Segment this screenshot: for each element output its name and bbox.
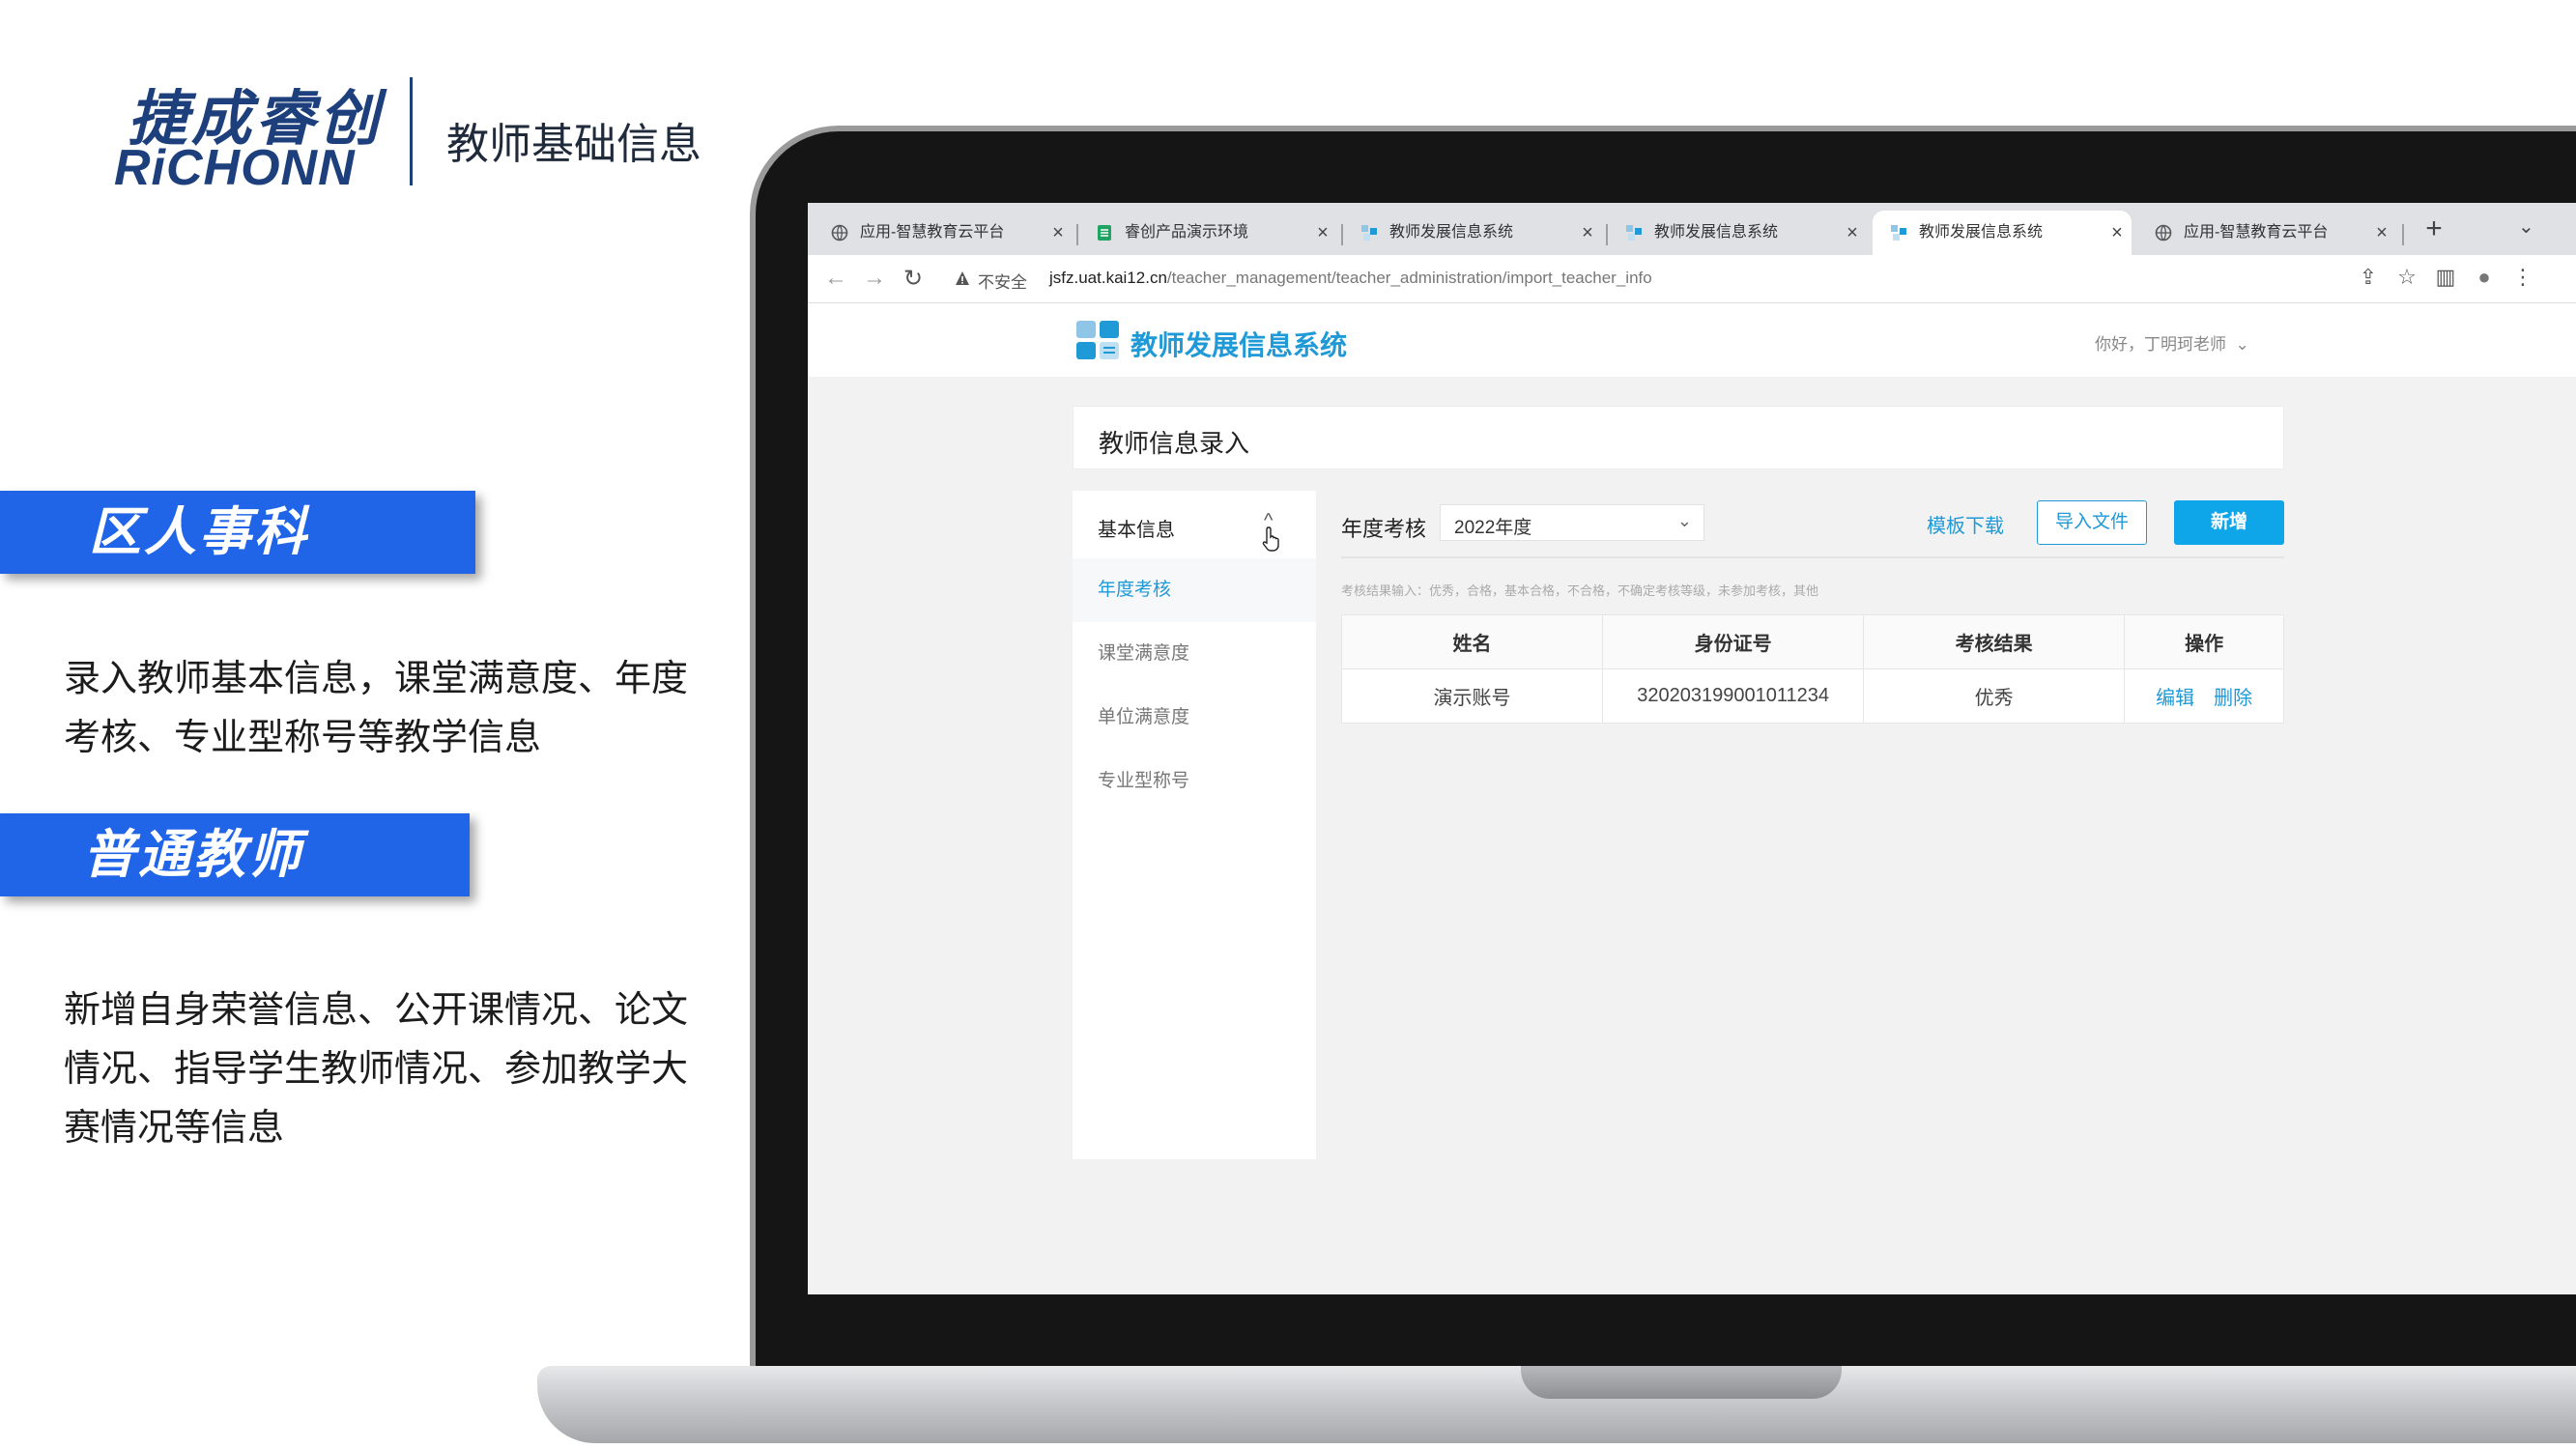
browser-tab-title: 睿创产品演示环境 (1125, 224, 1249, 241)
browser-tab[interactable]: 应用-智慧教育云平台 × (2137, 211, 2396, 255)
globe-icon (831, 224, 848, 242)
assessment-table: 姓名 身份证号 考核结果 操作 演示账号 320203199001011234 … (1340, 614, 2284, 724)
app-icon (1626, 225, 1642, 241)
browser-tab-title: 教师发展信息系统 (1389, 224, 1514, 241)
tab-close-icon[interactable]: × (2106, 211, 2128, 255)
back-icon[interactable]: ← (821, 265, 850, 292)
sidebar-group-label: 基本信息 (1098, 520, 1175, 541)
chevron-down-icon: ⌄ (2235, 335, 2249, 354)
sidebar-item-annual-assessment[interactable]: 年度考核 (1073, 558, 1316, 622)
forward-icon[interactable]: → (860, 265, 889, 292)
sidebar-icon[interactable]: ▥ (2431, 265, 2460, 290)
insecure-label: 不安全 (978, 273, 1027, 292)
url-path: /teacher_management/teacher_administrati… (1166, 269, 1652, 287)
cell-result: 优秀 (1863, 668, 2126, 724)
tab-close-icon[interactable]: × (1047, 211, 1069, 255)
brand-divider (410, 77, 413, 185)
column-header-result: 考核结果 (1863, 614, 2126, 669)
greeting-text: 你好，丁明珂老师 (2095, 335, 2226, 354)
warning-icon (956, 271, 969, 285)
tab-close-icon[interactable]: × (1312, 211, 1333, 255)
role-description-district-hr: 录入教师基本信息，课堂满意度、年度考核、专业型称号等教学信息 (64, 659, 689, 758)
import-file-button[interactable]: 导入文件 (2037, 500, 2147, 545)
browser-tab-active[interactable]: 教师发展信息系统 × (1873, 211, 2132, 255)
app-header: 教师发展信息系统 你好，丁明珂老师 ⌄ (808, 303, 2576, 377)
assessment-hint: 考核结果输入：优秀，合格，基本合格，不合格，不确定考核等级，未参加考核，其他 (1341, 583, 1819, 598)
role-description-teacher: 新增自身荣誉信息、公开课情况、论文情况、指导学生教师情况、参加教学大赛情况等信息 (64, 990, 689, 1149)
globe-icon (2155, 224, 2172, 242)
app-icon (1891, 225, 1906, 241)
app-title: 教师发展信息系统 (1131, 330, 1348, 360)
year-select-value: 2022年度 (1454, 518, 1532, 538)
url-input[interactable]: jsfz.uat.kai12.cn/teacher_management/tea… (1049, 269, 1652, 288)
column-header-name: 姓名 (1340, 614, 1604, 669)
browser-tab[interactable]: 教师发展信息系统 × (1608, 211, 1867, 255)
sidebar: 基本信息 ^ 年度考核 课堂满意度 单位满意度 专业型称号 (1073, 491, 1316, 1159)
add-button[interactable]: 新增 (2174, 500, 2284, 545)
brand-logo: 捷成睿创 RiCHONN (114, 70, 385, 196)
sidebar-item-professional-title[interactable]: 专业型称号 (1073, 750, 1316, 813)
table-row: 演示账号 320203199001011234 优秀 编辑 删除 (1340, 668, 2284, 724)
role-banner-district-hr: 区人事科 (0, 491, 475, 574)
cell-name: 演示账号 (1340, 668, 1604, 724)
share-icon[interactable]: ⇪ (2354, 265, 2383, 290)
brand-name-en: RiCHONN (114, 140, 356, 196)
tab-close-icon[interactable]: × (2371, 211, 2392, 255)
template-download-link[interactable]: 模板下载 (1927, 510, 2004, 538)
browser-tab[interactable]: 睿创产品演示环境 × (1078, 211, 1337, 255)
new-tab-icon[interactable]: + (2419, 213, 2448, 245)
tab-separator (2402, 224, 2404, 245)
app-logo-icon (1076, 321, 1119, 359)
cell-actions: 编辑 删除 (2124, 668, 2284, 724)
page-title-card: 教师信息录入 (1073, 406, 2284, 469)
app-icon (1361, 225, 1377, 241)
slide-title: 教师基础信息 (446, 121, 701, 168)
browser-tab-bar: 应用-智慧教育云平台 × 睿创产品演示环境 × 教师发展信息系统 × 教师发展信… (808, 203, 2576, 255)
browser-tab-title: 教师发展信息系统 (1919, 224, 2044, 241)
role-banner-teacher: 普通教师 (0, 813, 470, 896)
reload-icon[interactable]: ↻ (899, 265, 928, 293)
tab-close-icon[interactable]: × (1577, 211, 1598, 255)
hand-cursor-icon (1262, 526, 1279, 552)
year-select[interactable]: 2022年度 ⌄ (1440, 504, 1704, 541)
user-menu[interactable]: 你好，丁明珂老师 ⌄ (2095, 330, 2249, 355)
slide: 捷成睿创 RiCHONN 教师基础信息 区人事科 录入教师基本信息，课堂满意度、… (0, 0, 2576, 1449)
tab-search-icon[interactable]: ⌄ (2518, 214, 2534, 239)
browser-address-bar: ← → ↻ 不安全 jsfz.uat.kai12.cn/teacher_mana… (808, 255, 2576, 303)
sidebar-group-basic-info[interactable]: 基本信息 ^ (1073, 491, 1316, 558)
sidebar-item-class-satisfaction[interactable]: 课堂满意度 (1073, 622, 1316, 686)
divider (1341, 556, 2284, 558)
star-icon[interactable]: ☆ (2392, 265, 2421, 290)
laptop-notch (1521, 1366, 1842, 1399)
page-title: 教师信息录入 (1099, 429, 1250, 458)
chevron-down-icon: ⌄ (1676, 511, 1692, 530)
browser-tab-title: 教师发展信息系统 (1654, 224, 1779, 241)
column-header-actions: 操作 (2124, 614, 2284, 669)
browser-tab-title: 应用-智慧教育云平台 (860, 224, 1005, 241)
browser-tab[interactable]: 教师发展信息系统 × (1343, 211, 1602, 255)
sheet-icon (1098, 225, 1111, 241)
url-host: jsfz.uat.kai12.cn (1049, 269, 1167, 287)
browser-tab-title: 应用-智慧教育云平台 (2184, 224, 2329, 241)
delete-link[interactable]: 删除 (2214, 688, 2252, 709)
column-header-id-number: 身份证号 (1602, 614, 1865, 669)
sidebar-item-unit-satisfaction[interactable]: 单位满意度 (1073, 686, 1316, 750)
profile-icon[interactable]: ● (2470, 265, 2499, 290)
cell-id-number: 320203199001011234 (1602, 668, 1865, 724)
tab-close-icon[interactable]: × (1842, 211, 1863, 255)
laptop-screen: 应用-智慧教育云平台 × 睿创产品演示环境 × 教师发展信息系统 × 教师发展信… (808, 203, 2576, 1294)
table-header-row: 姓名 身份证号 考核结果 操作 (1340, 614, 2284, 669)
edit-link[interactable]: 编辑 (2156, 688, 2194, 709)
more-icon[interactable]: ⋮ (2508, 265, 2537, 290)
main-content: 年度考核 2022年度 ⌄ 模板下载 导入文件 新增 考核结果输入：优秀，合格，… (1340, 491, 2284, 1167)
filter-label: 年度考核 (1341, 517, 1427, 541)
browser-tab[interactable]: 应用-智慧教育云平台 × (814, 211, 1073, 255)
